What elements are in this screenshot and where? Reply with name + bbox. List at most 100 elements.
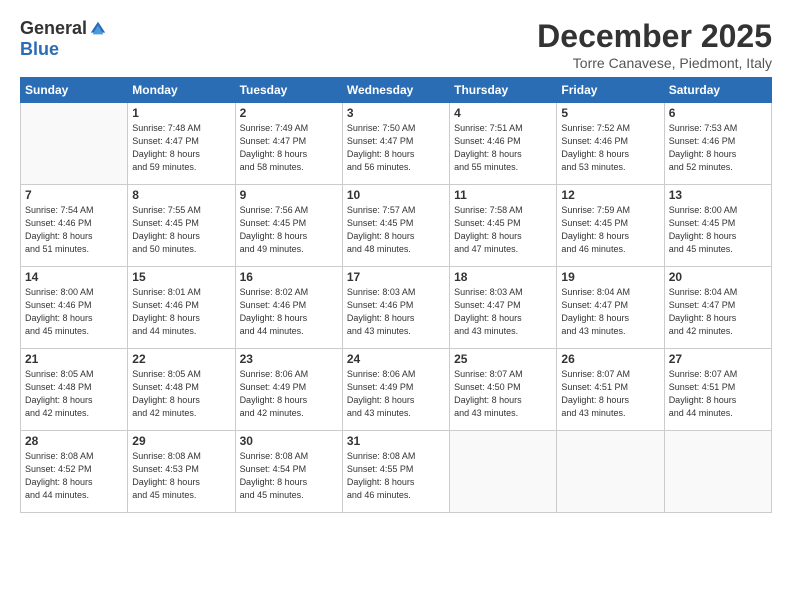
day-number: 26 [561, 352, 659, 366]
col-wednesday: Wednesday [342, 78, 449, 103]
day-number: 31 [347, 434, 445, 448]
day-number: 20 [669, 270, 767, 284]
day-number: 1 [132, 106, 230, 120]
day-number: 27 [669, 352, 767, 366]
day-cell: 1 Sunrise: 7:48 AM Sunset: 4:47 PM Daylig… [128, 103, 235, 185]
day-info: Sunrise: 8:08 AM Sunset: 4:53 PM Dayligh… [132, 450, 230, 502]
day-number: 3 [347, 106, 445, 120]
title-block: December 2025 Torre Canavese, Piedmont, … [537, 18, 772, 71]
day-cell [21, 103, 128, 185]
week-row-4: 28 Sunrise: 8:08 AM Sunset: 4:52 PM Dayli… [21, 431, 772, 513]
logo: General Blue [20, 18, 107, 60]
logo-icon [89, 20, 107, 38]
day-number: 12 [561, 188, 659, 202]
day-info: Sunrise: 8:06 AM Sunset: 4:49 PM Dayligh… [347, 368, 445, 420]
day-cell: 28 Sunrise: 8:08 AM Sunset: 4:52 PM Dayli… [21, 431, 128, 513]
day-cell: 17Sunrise: 8:03 AM Sunset: 4:46 PM Dayli… [342, 267, 449, 349]
col-sunday: Sunday [21, 78, 128, 103]
day-info: Sunrise: 7:49 AM Sunset: 4:47 PM Dayligh… [240, 122, 338, 174]
day-cell: 15 Sunrise: 8:01 AM Sunset: 4:46 PM Dayli… [128, 267, 235, 349]
day-cell: 18Sunrise: 8:03 AM Sunset: 4:47 PM Dayli… [450, 267, 557, 349]
logo-blue-text: Blue [20, 39, 59, 60]
day-cell: 20 Sunrise: 8:04 AM Sunset: 4:47 PM Dayli… [664, 267, 771, 349]
day-info: Sunrise: 8:04 AM Sunset: 4:47 PM Dayligh… [561, 286, 659, 338]
week-row-1: 7 Sunrise: 7:54 AM Sunset: 4:46 PM Daylig… [21, 185, 772, 267]
day-cell: 30Sunrise: 8:08 AM Sunset: 4:54 PM Dayli… [235, 431, 342, 513]
day-cell: 12 Sunrise: 7:59 AM Sunset: 4:45 PM Dayli… [557, 185, 664, 267]
day-number: 22 [132, 352, 230, 366]
day-cell: 22 Sunrise: 8:05 AM Sunset: 4:48 PM Dayli… [128, 349, 235, 431]
col-monday: Monday [128, 78, 235, 103]
calendar-table: Sunday Monday Tuesday Wednesday Thursday… [20, 77, 772, 513]
day-number: 25 [454, 352, 552, 366]
day-number: 11 [454, 188, 552, 202]
month-title: December 2025 [537, 18, 772, 55]
week-row-2: 14 Sunrise: 8:00 AM Sunset: 4:46 PM Dayli… [21, 267, 772, 349]
day-info: Sunrise: 8:06 AM Sunset: 4:49 PM Dayligh… [240, 368, 338, 420]
day-info: Sunrise: 7:50 AM Sunset: 4:47 PM Dayligh… [347, 122, 445, 174]
day-cell [450, 431, 557, 513]
day-cell: 29 Sunrise: 8:08 AM Sunset: 4:53 PM Dayli… [128, 431, 235, 513]
day-cell: 25 Sunrise: 8:07 AM Sunset: 4:50 PM Dayli… [450, 349, 557, 431]
day-info: Sunrise: 8:08 AM Sunset: 4:52 PM Dayligh… [25, 450, 123, 502]
day-info: Sunrise: 8:07 AM Sunset: 4:51 PM Dayligh… [561, 368, 659, 420]
day-cell: 24 Sunrise: 8:06 AM Sunset: 4:49 PM Dayli… [342, 349, 449, 431]
day-cell: 21 Sunrise: 8:05 AM Sunset: 4:48 PM Dayli… [21, 349, 128, 431]
day-cell [557, 431, 664, 513]
col-tuesday: Tuesday [235, 78, 342, 103]
day-cell: 2 Sunrise: 7:49 AM Sunset: 4:47 PM Daylig… [235, 103, 342, 185]
col-thursday: Thursday [450, 78, 557, 103]
day-info: Sunrise: 7:57 AM Sunset: 4:45 PM Dayligh… [347, 204, 445, 256]
week-row-3: 21 Sunrise: 8:05 AM Sunset: 4:48 PM Dayli… [21, 349, 772, 431]
day-info: Sunrise: 7:54 AM Sunset: 4:46 PM Dayligh… [25, 204, 123, 256]
day-cell: 31Sunrise: 8:08 AM Sunset: 4:55 PM Dayli… [342, 431, 449, 513]
day-number: 21 [25, 352, 123, 366]
day-number: 9 [240, 188, 338, 202]
day-cell [664, 431, 771, 513]
day-info: Sunrise: 8:07 AM Sunset: 4:50 PM Dayligh… [454, 368, 552, 420]
day-info: Sunrise: 7:59 AM Sunset: 4:45 PM Dayligh… [561, 204, 659, 256]
day-number: 30 [240, 434, 338, 448]
day-info: Sunrise: 8:07 AM Sunset: 4:51 PM Dayligh… [669, 368, 767, 420]
header: General Blue December 2025 Torre Canaves… [20, 18, 772, 71]
day-info: Sunrise: 7:55 AM Sunset: 4:45 PM Dayligh… [132, 204, 230, 256]
day-cell: 27 Sunrise: 8:07 AM Sunset: 4:51 PM Dayli… [664, 349, 771, 431]
col-friday: Friday [557, 78, 664, 103]
day-number: 14 [25, 270, 123, 284]
day-number: 7 [25, 188, 123, 202]
day-info: Sunrise: 8:04 AM Sunset: 4:47 PM Dayligh… [669, 286, 767, 338]
day-info: Sunrise: 7:51 AM Sunset: 4:46 PM Dayligh… [454, 122, 552, 174]
day-info: Sunrise: 8:03 AM Sunset: 4:47 PM Dayligh… [454, 286, 552, 338]
day-info: Sunrise: 8:05 AM Sunset: 4:48 PM Dayligh… [25, 368, 123, 420]
day-cell: 11Sunrise: 7:58 AM Sunset: 4:45 PM Dayli… [450, 185, 557, 267]
day-info: Sunrise: 7:56 AM Sunset: 4:45 PM Dayligh… [240, 204, 338, 256]
day-number: 15 [132, 270, 230, 284]
day-info: Sunrise: 7:53 AM Sunset: 4:46 PM Dayligh… [669, 122, 767, 174]
day-cell: 9 Sunrise: 7:56 AM Sunset: 4:45 PM Daylig… [235, 185, 342, 267]
day-cell: 19Sunrise: 8:04 AM Sunset: 4:47 PM Dayli… [557, 267, 664, 349]
day-cell: 8 Sunrise: 7:55 AM Sunset: 4:45 PM Daylig… [128, 185, 235, 267]
day-number: 24 [347, 352, 445, 366]
day-number: 29 [132, 434, 230, 448]
day-cell: 3 Sunrise: 7:50 AM Sunset: 4:47 PM Daylig… [342, 103, 449, 185]
day-info: Sunrise: 8:02 AM Sunset: 4:46 PM Dayligh… [240, 286, 338, 338]
day-number: 8 [132, 188, 230, 202]
logo-general-text: General [20, 18, 87, 39]
day-cell: 7 Sunrise: 7:54 AM Sunset: 4:46 PM Daylig… [21, 185, 128, 267]
day-info: Sunrise: 8:01 AM Sunset: 4:46 PM Dayligh… [132, 286, 230, 338]
day-number: 10 [347, 188, 445, 202]
day-info: Sunrise: 8:05 AM Sunset: 4:48 PM Dayligh… [132, 368, 230, 420]
day-number: 6 [669, 106, 767, 120]
day-number: 13 [669, 188, 767, 202]
day-number: 28 [25, 434, 123, 448]
day-info: Sunrise: 8:00 AM Sunset: 4:45 PM Dayligh… [669, 204, 767, 256]
day-number: 23 [240, 352, 338, 366]
day-number: 16 [240, 270, 338, 284]
location: Torre Canavese, Piedmont, Italy [537, 55, 772, 71]
day-info: Sunrise: 7:48 AM Sunset: 4:47 PM Dayligh… [132, 122, 230, 174]
day-cell: 26 Sunrise: 8:07 AM Sunset: 4:51 PM Dayli… [557, 349, 664, 431]
day-info: Sunrise: 8:00 AM Sunset: 4:46 PM Dayligh… [25, 286, 123, 338]
day-cell: 14 Sunrise: 8:00 AM Sunset: 4:46 PM Dayli… [21, 267, 128, 349]
day-cell: 10 Sunrise: 7:57 AM Sunset: 4:45 PM Dayli… [342, 185, 449, 267]
day-number: 2 [240, 106, 338, 120]
